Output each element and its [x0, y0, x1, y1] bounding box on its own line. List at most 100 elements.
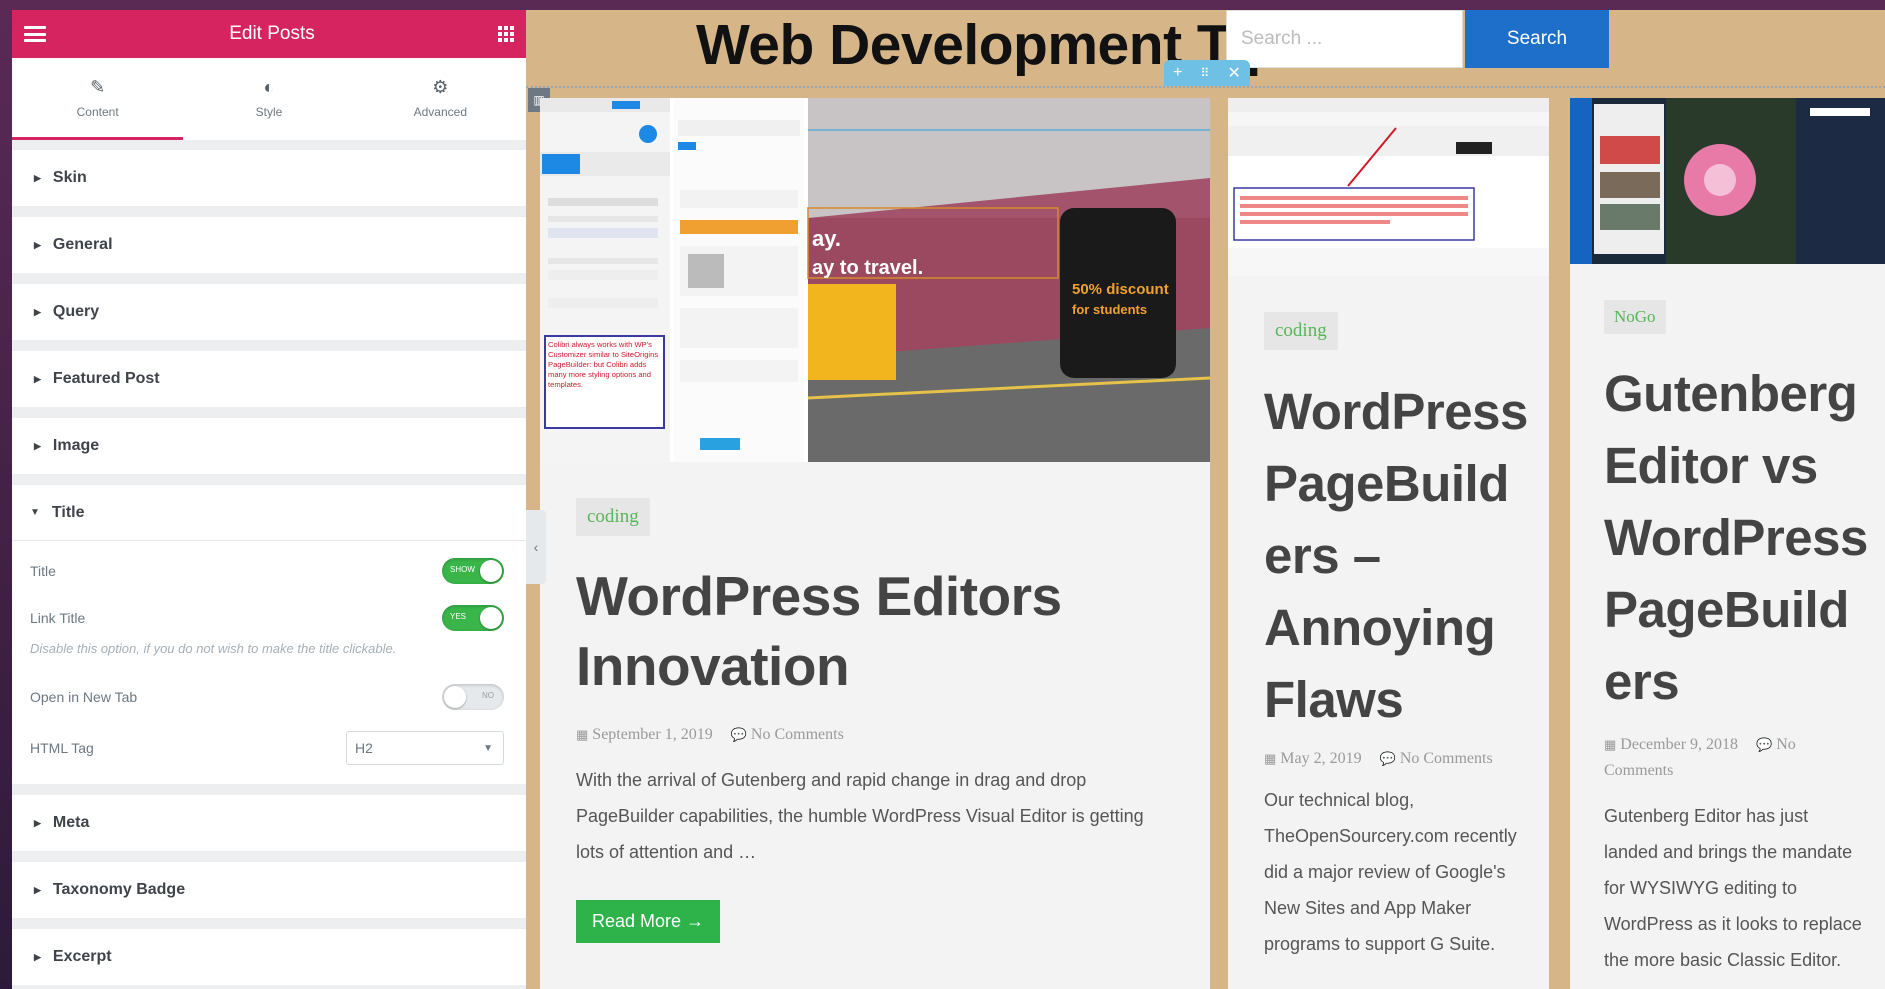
- post-thumbnail[interactable]: [1570, 98, 1885, 264]
- widgets-grid-icon[interactable]: [497, 26, 514, 42]
- section-label: Meta: [52, 814, 90, 831]
- tab-label: Content: [76, 104, 119, 119]
- toggle-text: YES: [450, 611, 467, 621]
- post-excerpt: Gutenberg Editor has just landed and bri…: [1604, 806, 1862, 970]
- toggle-text: SHOW: [450, 564, 475, 574]
- category-badge[interactable]: coding: [1264, 312, 1338, 350]
- comments-icon: 💬: [1379, 751, 1396, 766]
- control-html-tag: HTML Tag H2 ▼: [12, 720, 526, 776]
- category-badge[interactable]: coding: [576, 498, 650, 536]
- thumb-discount: 50% discount: [1072, 281, 1169, 298]
- post-card: coding WordPress PageBuild ers – Annoyin…: [1228, 98, 1549, 989]
- tab-label: Advanced: [413, 104, 467, 119]
- post-meta: ▦ September 1, 2019 💬 No Comments: [576, 726, 1210, 744]
- post-thumbnail[interactable]: [1228, 98, 1549, 276]
- panel-header: Edit Posts: [12, 10, 526, 58]
- section-label: General: [52, 236, 113, 253]
- calendar-icon: ▦: [1264, 751, 1277, 766]
- html-tag-select[interactable]: H2 ▼: [346, 731, 504, 765]
- thumbnail-note: Colibri always works with WP's Customize…: [548, 340, 659, 389]
- caret-down-icon: ▼: [30, 507, 40, 518]
- panel-title: Edit Posts: [229, 23, 315, 44]
- post-body: coding WordPress PageBuild ers – Annoyin…: [1228, 276, 1549, 962]
- section-query[interactable]: ▶ Query: [12, 284, 526, 340]
- section-image[interactable]: ▶ Image: [12, 418, 526, 474]
- section-meta[interactable]: ▶ Meta: [12, 795, 526, 851]
- category-badge[interactable]: NoGo: [1604, 300, 1666, 334]
- drag-handle-icon[interactable]: ⠿: [1201, 66, 1210, 80]
- preview-canvas: Web Development Tips Search + ⠿ ✕ ▥ ✎: [526, 10, 1885, 989]
- section-taxonomy-badge[interactable]: ▶ Taxonomy Badge: [12, 862, 526, 918]
- section-label: Taxonomy Badge: [52, 881, 186, 898]
- section-label: Featured Post: [52, 370, 160, 387]
- caret-right-icon: ▶: [34, 373, 41, 384]
- section-handle: + ⠿ ✕: [1164, 60, 1250, 86]
- add-section-icon[interactable]: +: [1173, 64, 1182, 82]
- caret-right-icon: ▶: [34, 817, 41, 828]
- search-button[interactable]: Search: [1465, 10, 1609, 68]
- post-title[interactable]: WordPress PageBuild ers – Annoying Flaws: [1264, 376, 1534, 736]
- tab-advanced[interactable]: ⚙ Advanced: [354, 58, 526, 140]
- control-new-tab: Open in New Tab NO: [12, 673, 526, 720]
- post-date: December 9, 2018: [1620, 736, 1739, 753]
- post-thumbnail[interactable]: ay. ay to travel. 50% discount for stude…: [540, 98, 1210, 462]
- post-comments[interactable]: No Comments: [1400, 750, 1493, 767]
- comments-icon: 💬: [1756, 737, 1773, 752]
- thumb-promo-1: ay.: [812, 226, 841, 251]
- control-label: HTML Tag: [30, 740, 94, 756]
- post-excerpt: Our technical blog, TheOpenSourcery.com …: [1264, 790, 1517, 954]
- post-card: ay. ay to travel. 50% discount for stude…: [540, 98, 1210, 989]
- panel-sections: ▶ Skin ▶ General ▶ Query ▶ Featured Post…: [12, 140, 526, 985]
- control-title: Title SHOW: [12, 547, 526, 594]
- tab-label: Style: [255, 104, 283, 119]
- caret-right-icon: ▶: [34, 239, 41, 250]
- panel-tabs: ✎ Content ◐ Style ⚙ Advanced: [12, 58, 526, 140]
- caret-right-icon: ▶: [34, 172, 41, 183]
- section-general[interactable]: ▶ General: [12, 217, 526, 273]
- title-toggle[interactable]: SHOW: [442, 557, 504, 584]
- control-label: Link Title: [30, 609, 86, 626]
- comments-icon: 💬: [730, 726, 747, 742]
- post-excerpt: With the arrival of Gutenberg and rapid …: [576, 769, 1144, 862]
- read-more-button[interactable]: Read More →: [576, 899, 721, 943]
- section-featured-post[interactable]: ▶ Featured Post: [12, 351, 526, 407]
- section-skin[interactable]: ▶ Skin: [12, 150, 526, 206]
- hamburger-menu-icon[interactable]: [24, 26, 46, 42]
- close-icon[interactable]: ✕: [1227, 63, 1240, 83]
- section-label: Query: [52, 303, 100, 320]
- toggle-knob: [480, 559, 502, 582]
- post-date: September 1, 2019: [592, 725, 713, 743]
- post-body: coding WordPress Editors Innovation ▦ Sep…: [540, 462, 1210, 943]
- thumbnail-screenshot: [1228, 98, 1549, 276]
- section-label: Skin: [52, 169, 87, 186]
- post-meta: ▦ May 2, 2019 💬 No Comments: [1264, 750, 1549, 768]
- section-excerpt[interactable]: ▶ Excerpt: [12, 929, 526, 985]
- link-title-hint: Disable this option, if you do not wish …: [30, 641, 397, 656]
- caret-right-icon: ▶: [34, 306, 41, 317]
- new-tab-toggle[interactable]: NO: [442, 683, 504, 710]
- post-title[interactable]: WordPress Editors Innovation: [576, 562, 1096, 702]
- section-label: Excerpt: [52, 948, 112, 965]
- pencil-icon: ✎: [90, 76, 106, 97]
- caret-right-icon: ▶: [34, 884, 41, 895]
- thumbnail-screenshot: ay. ay to travel. 50% discount for stude…: [540, 98, 1210, 462]
- gear-icon: ⚙: [432, 76, 449, 97]
- tab-content[interactable]: ✎ Content: [12, 58, 184, 140]
- search-input[interactable]: [1226, 10, 1463, 68]
- thumbnail-screenshot: [1570, 98, 1885, 264]
- toggle-text: NO: [482, 690, 494, 700]
- post-title[interactable]: Gutenberg Editor vs WordPress PageBuild …: [1604, 358, 1874, 718]
- control-label: Title: [30, 562, 56, 579]
- caret-right-icon: ▶: [34, 440, 41, 451]
- section-title: ▼ Title Title SHOW Link Title YES Disabl…: [12, 485, 526, 784]
- calendar-icon: ▦: [576, 726, 589, 742]
- collapse-panel-icon[interactable]: ‹: [526, 510, 546, 584]
- post-comments[interactable]: No Comments: [751, 726, 844, 743]
- section-title-header[interactable]: ▼ Title: [12, 485, 526, 541]
- control-label: Open in New Tab: [30, 688, 138, 705]
- control-link-title: Link Title YES: [12, 594, 526, 641]
- contrast-icon: ◐: [263, 76, 275, 97]
- link-title-toggle[interactable]: YES: [442, 604, 504, 631]
- thumb-discount-2: for students: [1072, 302, 1147, 317]
- tab-style[interactable]: ◐ Style: [183, 58, 355, 140]
